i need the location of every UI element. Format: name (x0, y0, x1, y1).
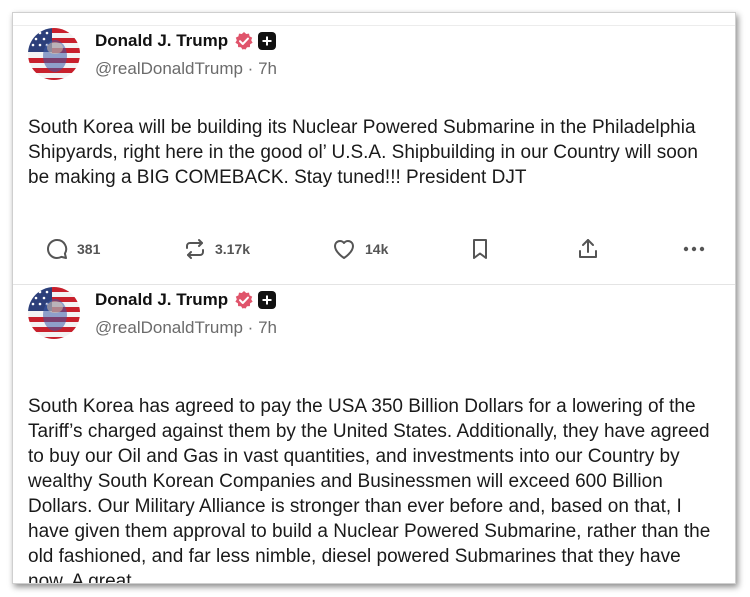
bookmark-icon (469, 237, 491, 261)
handle-and-time[interactable]: @realDonaldTrump · 7h (95, 59, 277, 79)
like-count: 14k (365, 241, 389, 257)
plus-badge-icon (258, 291, 277, 309)
bookmark-button[interactable] (469, 232, 491, 266)
share-button[interactable] (576, 232, 600, 266)
repost-icon (183, 237, 207, 261)
more-options-button[interactable] (681, 232, 707, 266)
action-bar: 381 3.17k 14k (13, 232, 735, 272)
repost-button[interactable]: 3.17k (183, 232, 250, 266)
verified-badge-icon (234, 31, 254, 51)
avatar[interactable] (28, 28, 80, 80)
like-button[interactable]: 14k (331, 232, 388, 266)
handle-and-time[interactable]: @realDonaldTrump · 7h (95, 318, 277, 338)
verified-badge-icon (234, 290, 254, 310)
repost-count: 3.17k (215, 241, 251, 257)
reply-button[interactable]: 381 (45, 232, 100, 266)
post[interactable]: Donald J. Trump @realDonaldTrump · 7h So… (13, 26, 735, 285)
post[interactable]: Donald J. Trump @realDonaldTrump · 7h So… (13, 285, 735, 584)
heart-icon (331, 237, 357, 261)
share-icon (576, 237, 600, 261)
author-row: Donald J. Trump (95, 30, 277, 52)
plus-badge-icon (258, 32, 277, 50)
author-row: Donald J. Trump (95, 289, 277, 311)
post-body: South Korea has agreed to pay the USA 35… (28, 396, 711, 584)
reply-icon (45, 237, 69, 261)
more-icon (681, 237, 707, 261)
avatar[interactable] (28, 287, 80, 339)
author-name[interactable]: Donald J. Trump (95, 290, 228, 310)
feed-window: Donald J. Trump @realDonaldTrump · 7h So… (12, 12, 736, 584)
author-name[interactable]: Donald J. Trump (95, 31, 228, 51)
reply-count: 381 (77, 241, 101, 257)
post-body: South Korea will be building its Nuclear… (28, 117, 698, 188)
